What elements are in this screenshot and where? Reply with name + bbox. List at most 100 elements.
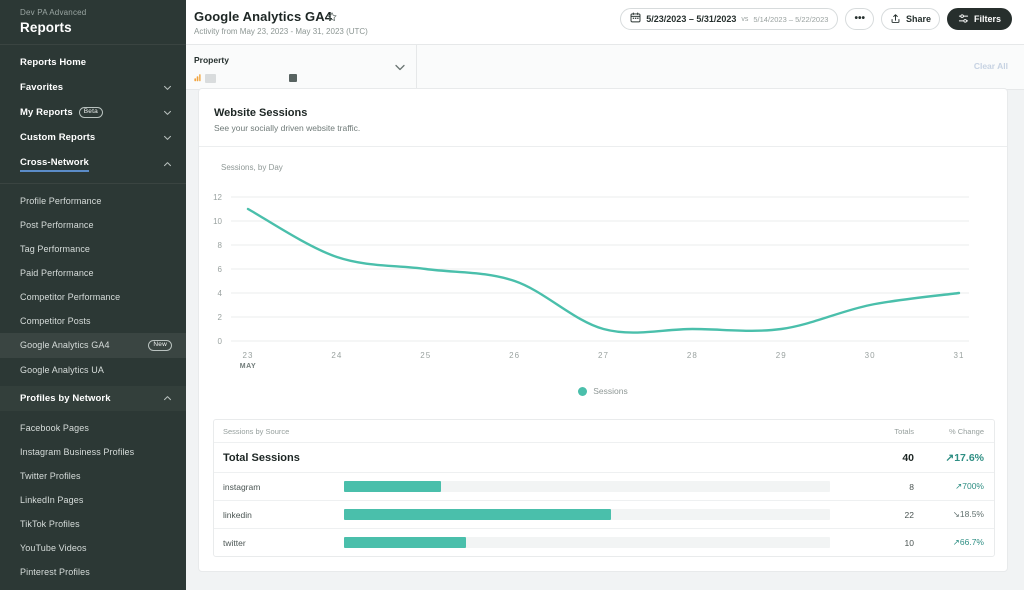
table-row: twitter10↗66.7% [214, 528, 994, 556]
trend-up-icon: ↗ [953, 537, 960, 547]
chevron-down-icon [163, 133, 172, 142]
sidebar-item-label: Instagram Business Profiles [20, 447, 134, 457]
sidebar-item-reports-home[interactable]: Reports Home [0, 50, 186, 75]
property-selector[interactable]: Property [186, 45, 417, 90]
card-divider [199, 146, 1007, 147]
sidebar-item-my-reports[interactable]: My Reports Beta [0, 100, 186, 125]
total-change-value: 17.6% [954, 452, 984, 464]
sidebar-item-tag-performance[interactable]: Tag Performance [0, 237, 186, 261]
sidebar-item-cross-network[interactable]: Cross-Network [0, 150, 186, 179]
sidebar-section-label: Profiles by Network [20, 393, 111, 404]
x-axis-tick-label: 28 [687, 351, 698, 360]
redacted-property-id [289, 74, 297, 82]
y-axis-tick-label: 12 [213, 193, 222, 202]
sidebar-item-facebook-pages[interactable]: Facebook Pages [0, 416, 186, 440]
table-body: instagram8↗700%linkedin22↘18.5%twitter10… [214, 472, 994, 556]
sidebar-item-label: Favorites [20, 82, 63, 93]
sidebar-section-profiles-by-network[interactable]: Profiles by Network [0, 386, 186, 411]
x-axis-tick-label: 29 [776, 351, 787, 360]
redacted-property-name [205, 74, 216, 83]
chevron-down-icon[interactable] [394, 60, 406, 72]
chart-legend: Sessions [199, 386, 1007, 396]
sessions-line-chart: 024681012232425262728293031MAY [207, 183, 997, 373]
filters-button[interactable]: Filters [947, 8, 1012, 30]
sidebar-item-youtube-videos[interactable]: YouTube Videos [0, 536, 186, 560]
sidebar: Dev PA Advanced Reports Reports Home Fav… [0, 0, 186, 590]
website-sessions-card: Website Sessions See your socially drive… [198, 88, 1008, 572]
more-options-button[interactable]: ••• [845, 8, 874, 30]
sidebar-item-label: Post Performance [20, 220, 94, 230]
sidebar-item-label: Paid Performance [20, 268, 94, 278]
sidebar-item-twitter-profiles[interactable]: Twitter Profiles [0, 464, 186, 488]
table-row-total: Total Sessions 40 ↗17.6% [214, 442, 994, 472]
source-bar-cell [344, 509, 844, 520]
cross-network-item-list: Profile Performance Post Performance Tag P… [0, 184, 186, 386]
sidebar-item-custom-reports[interactable]: Custom Reports [0, 125, 186, 150]
sidebar-item-label: Google Analytics UA [20, 365, 104, 375]
y-axis-tick-label: 0 [218, 337, 223, 346]
share-button-label: Share [906, 14, 931, 24]
source-label: twitter [214, 538, 344, 548]
sidebar-item-google-analytics-ga4[interactable]: Google Analytics GA4 New [0, 333, 186, 358]
share-button[interactable]: Share [881, 8, 940, 30]
property-label: Property [194, 55, 229, 65]
sidebar-item-label: TikTok Profiles [20, 519, 80, 529]
sessions-by-source-table: Sessions by Source Totals % Change Total… [213, 419, 995, 557]
y-axis-tick-label: 6 [218, 265, 223, 274]
sidebar-item-label: My Reports [20, 107, 73, 118]
bar-track [344, 509, 830, 520]
sidebar-item-label: Google Analytics GA4 [20, 340, 110, 350]
sidebar-item-competitor-performance[interactable]: Competitor Performance [0, 285, 186, 309]
source-label: instagram [214, 482, 344, 492]
bar-fill [344, 481, 441, 492]
date-range-picker[interactable]: 5/23/2023 – 5/31/2023 vs 5/14/2023 – 5/2… [620, 8, 838, 30]
sidebar-item-label: Tag Performance [20, 244, 90, 254]
bar-track [344, 537, 830, 548]
sidebar-item-paid-performance[interactable]: Paid Performance [0, 261, 186, 285]
chevron-down-icon [163, 108, 172, 117]
sidebar-item-profile-performance[interactable]: Profile Performance [0, 189, 186, 213]
new-badge: New [148, 340, 172, 351]
table-row: instagram8↗700% [214, 472, 994, 500]
property-filter-bar: Property Clear All [186, 45, 1024, 90]
legend-label: Sessions [593, 386, 628, 396]
bar-fill [344, 537, 466, 548]
x-axis-tick-label: 30 [865, 351, 876, 360]
chevron-down-icon [163, 83, 172, 92]
sidebar-item-pinterest-profiles[interactable]: Pinterest Profiles [0, 560, 186, 584]
x-axis-tick-label: 25 [420, 351, 431, 360]
trend-up-icon: ↗ [945, 452, 954, 464]
google-analytics-icon [194, 69, 203, 87]
sidebar-item-label: Competitor Performance [20, 292, 120, 302]
sidebar-item-tiktok-profiles[interactable]: TikTok Profiles [0, 512, 186, 536]
profiles-by-network-list: Facebook Pages Instagram Business Profile… [0, 411, 186, 588]
date-range-value: 5/23/2023 – 5/31/2023 [646, 14, 736, 24]
source-bar-cell [344, 481, 844, 492]
page-subtitle: Activity from May 23, 2023 - May 31, 202… [194, 27, 368, 36]
compare-range-value: 5/14/2023 – 5/22/2023 [753, 15, 828, 24]
x-axis-tick-label: 31 [954, 351, 965, 360]
favorite-star-icon[interactable] [326, 10, 338, 22]
x-axis-tick-label: 23 [243, 351, 254, 360]
beta-badge: Beta [79, 107, 103, 118]
x-axis-tick-label: 24 [331, 351, 342, 360]
source-total: 10 [844, 538, 914, 548]
clear-all-button[interactable]: Clear All [974, 61, 1008, 71]
sidebar-item-instagram-business-profiles[interactable]: Instagram Business Profiles [0, 440, 186, 464]
sidebar-item-label: LinkedIn Pages [20, 495, 83, 505]
source-change-value: 700% [962, 481, 984, 491]
bar-track [344, 481, 830, 492]
x-axis-month-label: MAY [240, 363, 256, 370]
source-bar-cell [344, 537, 844, 548]
sidebar-item-competitor-posts[interactable]: Competitor Posts [0, 309, 186, 333]
x-axis-tick-label: 26 [509, 351, 520, 360]
main-area: Google Analytics GA4 Activity from May 2… [186, 0, 1024, 590]
sidebar-item-label: YouTube Videos [20, 543, 87, 553]
sidebar-item-post-performance[interactable]: Post Performance [0, 213, 186, 237]
sidebar-item-google-analytics-ua[interactable]: Google Analytics UA [0, 358, 186, 382]
sidebar-item-favorites[interactable]: Favorites [0, 75, 186, 100]
column-header-change: % Change [914, 427, 994, 436]
sidebar-item-label: Profile Performance [20, 196, 101, 206]
sidebar-item-linkedin-pages[interactable]: LinkedIn Pages [0, 488, 186, 512]
calendar-icon [630, 10, 641, 28]
